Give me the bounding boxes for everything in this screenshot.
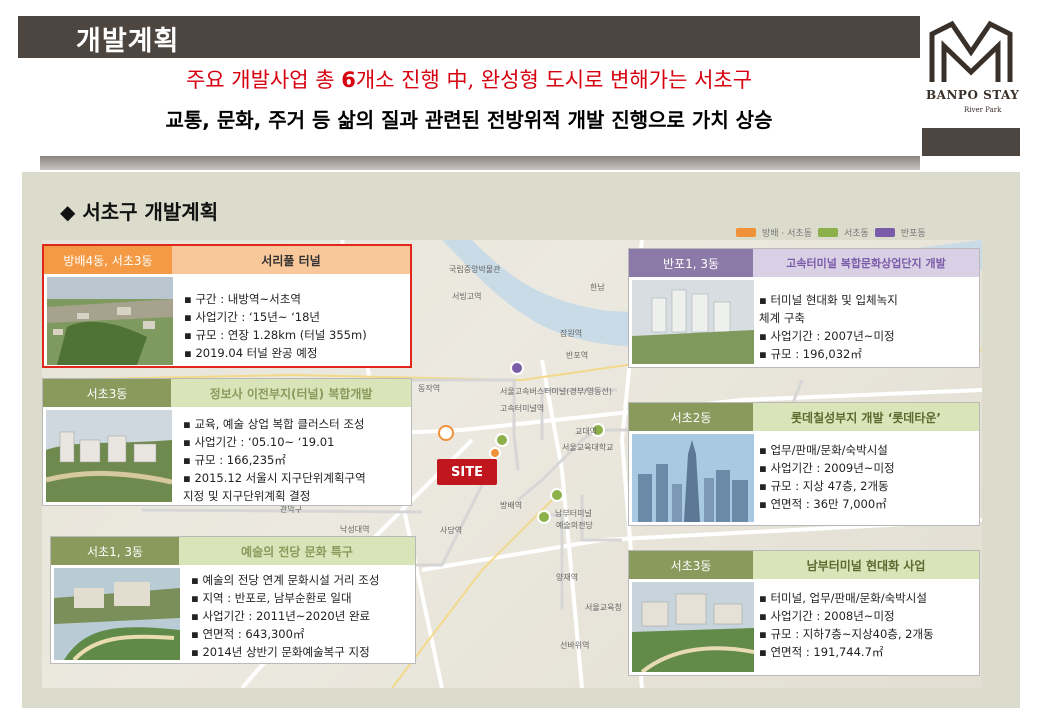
project-name: 정보사 이전부지(터널) 복합개발 xyxy=(171,379,411,407)
detail-item: 예술의 전당 연계 문화시설 거리 조성 xyxy=(191,571,379,589)
rendering-photo-image xyxy=(45,410,173,506)
rendering-photo-image xyxy=(54,568,180,664)
detail-item: 규모 : 지하7층~지상40층, 2개동 xyxy=(759,625,933,643)
headline-banner: 주요 개발사업 총 6개소 진행 中, 완성형 도시로 변해가는 서초구 교통,… xyxy=(18,58,920,156)
map-label: 서빙고역 xyxy=(452,292,482,301)
project-location: 방배4동, 서초3동 xyxy=(44,246,172,274)
project-name: 고속터미널 복합문화상업단지 개발 xyxy=(753,249,979,277)
detail-item: 지정 및 지구단위계획 결정 xyxy=(183,489,311,503)
detail-item: 규모 : 166,235㎡ xyxy=(183,451,366,469)
detail-item: 규모 : 196,032㎡ xyxy=(759,345,898,363)
project-details: 업무/판매/문화/숙박시설 사업기간 : 2009년~미정 규모 : 지상 47… xyxy=(759,441,895,513)
section-title: ◆ 서초구 개발계획 xyxy=(60,200,219,224)
detail-item: 구간 : 내방역~서초역 xyxy=(184,290,367,308)
map-label: 예술의전당 xyxy=(556,521,593,530)
project-card-arts-center: 서초1, 3동 예술의 전당 문화 특구 예술의 전당 연계 문화시설 거리 조… xyxy=(50,536,416,664)
map-label: 잠원역 xyxy=(560,329,583,338)
headline-red: 주요 개발사업 총 6개소 진행 中, 완성형 도시로 변해가는 서초구 xyxy=(185,68,753,92)
detail-item: 2014년 상반기 문화예술복구 지정 xyxy=(191,643,379,661)
detail-item: 터미널, 업무/판매/문화/숙박시설 xyxy=(759,589,934,607)
project-name: 서리풀 터널 xyxy=(172,246,410,274)
logo-sub: River Park xyxy=(964,106,1002,114)
banpo-stay-logo-icon xyxy=(929,20,1013,82)
map-label: 한남 xyxy=(590,283,605,292)
map-label: 양재역 xyxy=(556,573,579,582)
title-bar: 개발계획 xyxy=(18,16,920,58)
detail-item: 교육, 예술 상업 복합 클러스터 조성 xyxy=(183,415,366,433)
logo-name: BANPO STAY xyxy=(926,88,1020,102)
detail-item: 사업기간 : 2007년~미정 xyxy=(759,327,898,345)
detail-item: 연면적 : 643,300㎡ xyxy=(191,625,379,643)
project-card-express-terminal: 반포1, 3동 고속터미널 복합문화상업단지 개발 터미널 현대화 및 입체녹지… xyxy=(628,248,980,368)
map-label: 동작역 xyxy=(418,384,441,393)
detail-item: 2015.12 서울시 지구단위계획구역 xyxy=(183,469,365,487)
project-card-seoripul-tunnel: 방배4동, 서초3동 서리풀 터널 구간 : 내방역~서초역 사업기간 : ‘1… xyxy=(42,244,412,368)
project-details: 터미널, 업무/판매/문화/숙박시설 사업기간 : 2008년~미정 규모 : … xyxy=(759,589,934,661)
headline-black: 교통, 문화, 주거 등 삶의 질과 관련된 전방위적 개발 진행으로 가치 상… xyxy=(165,108,773,132)
project-details: 터미널 현대화 및 입체녹지 체계 구축 사업기간 : 2007년~미정 규모 … xyxy=(759,291,898,363)
detail-item: 사업기간 : ‘15년~ ‘18년 xyxy=(184,308,367,326)
project-location: 서초3동 xyxy=(43,379,171,407)
legend-swatch-orange xyxy=(736,227,756,237)
detail-item: 지역 : 반포로, 남부순환로 일대 xyxy=(191,589,379,607)
map-label: 서울고속버스터미널(경부/영동선) xyxy=(500,387,612,396)
project-details: 구간 : 내방역~서초역 사업기간 : ‘15년~ ‘18년 규모 : 연장 1… xyxy=(184,290,367,362)
legend-swatch-purple xyxy=(874,227,895,237)
map-legend: 방배 · 서초동 서초동 반포동 xyxy=(736,225,926,239)
map-label: 남부터미널 xyxy=(555,509,592,518)
banner-shadow xyxy=(40,156,920,170)
detail-item: 사업기간 : 2009년~미정 xyxy=(759,459,894,477)
project-location: 서초1, 3동 xyxy=(51,537,179,565)
rendering-photo-image xyxy=(632,582,755,676)
legend-label: 반포동 xyxy=(900,228,926,239)
logo: BANPO STAY River Park xyxy=(922,16,1020,156)
detail-item: 연면적 : 36만 7,000㎡ xyxy=(759,495,895,513)
detail-item: 업무/판매/문화/숙박시설 xyxy=(759,441,895,459)
map-label: 반포역 xyxy=(566,351,589,360)
project-location: 반포1, 3동 xyxy=(629,249,753,277)
site-badge: SITE xyxy=(437,459,497,485)
legend-swatch-green xyxy=(817,227,838,237)
map-label: 서울교육대학교 xyxy=(562,443,614,452)
page-title: 개발계획 xyxy=(76,26,180,57)
project-details: 교육, 예술 상업 복합 클러스터 조성 사업기간 : ‘05.10~ ‘19.… xyxy=(183,415,366,505)
skyline-photo-image xyxy=(632,434,754,526)
detail-item: 규모 : 지상 47층, 2개동 xyxy=(759,477,895,495)
map-label: 서울교육청 xyxy=(585,603,622,612)
legend-label: 서초동 xyxy=(843,228,869,239)
project-card-nambu-terminal: 서초3동 남부터미널 현대화 사업 터미널, 업무/판매/문화/숙박시설 사업기… xyxy=(628,550,980,676)
project-name: 예술의 전당 문화 특구 xyxy=(179,537,415,565)
project-card-jeongbosa: 서초3동 정보사 이전부지(터널) 복합개발 교육, 예술 상업 복합 클러스터… xyxy=(42,378,412,506)
detail-item: 2019.04 터널 완공 예정 xyxy=(184,344,367,362)
detail-item: 연면적 : 191,744.7㎡ xyxy=(759,643,934,661)
map-label: 방배역 xyxy=(500,501,523,510)
map-label: 사당역 xyxy=(440,526,463,535)
map-label: 고속터미널역 xyxy=(500,404,545,413)
project-details: 예술의 전당 연계 문화시설 거리 조성 지역 : 반포로, 남부순환로 일대 … xyxy=(191,571,379,661)
project-card-lotte-town: 서초2동 롯데칠성부지 개발 ‘롯데타운’ 업무/판매/문화/숙박시설 사업기간… xyxy=(628,402,980,526)
project-location: 서초3동 xyxy=(629,551,753,579)
map-label: 선바위역 xyxy=(560,641,590,650)
aerial-photo-image xyxy=(47,277,173,369)
project-name: 롯데칠성부지 개발 ‘롯데타운’ xyxy=(753,403,979,431)
project-name: 남부터미널 현대화 사업 xyxy=(753,551,979,579)
map-label: 국립중앙박물관 xyxy=(449,265,501,274)
detail-item: 사업기간 : 2011년~2020년 완료 xyxy=(191,607,379,625)
map-label: 교대역 xyxy=(575,427,598,436)
project-location: 서초2동 xyxy=(629,403,753,431)
detail-item: 터미널 현대화 및 입체녹지 xyxy=(759,291,897,309)
detail-item: 규모 : 연장 1.28km (터널 355m) xyxy=(184,326,366,344)
map-label: 낙성대역 xyxy=(340,525,370,534)
detail-item: 사업기간 : ‘05.10~ ‘19.01 xyxy=(183,433,366,451)
detail-item: 사업기간 : 2008년~미정 xyxy=(759,607,934,625)
rendering-photo-image xyxy=(632,280,754,368)
detail-item: 체계 구축 xyxy=(759,311,805,325)
legend-label: 방배 · 서초동 xyxy=(762,228,812,239)
